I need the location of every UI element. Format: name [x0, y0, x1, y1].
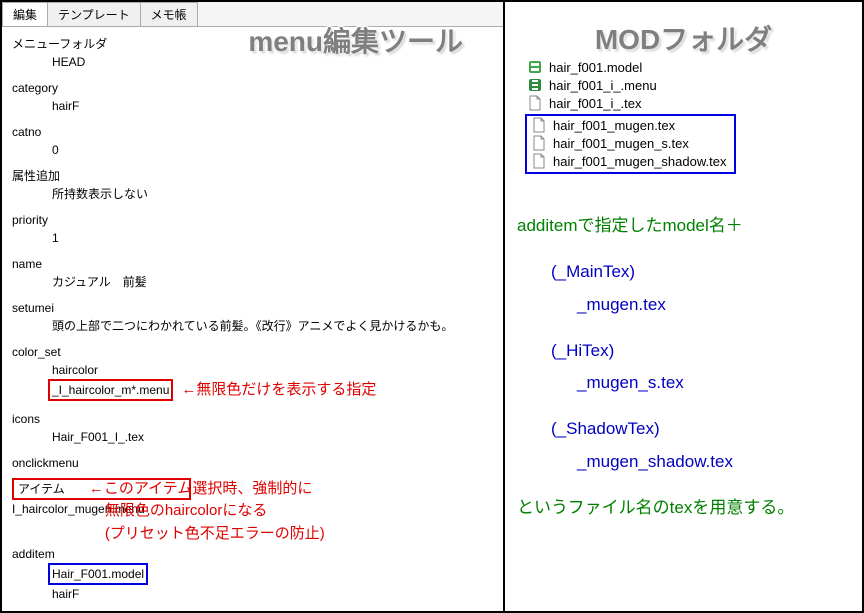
annotation-item-l2: 無限色のhaircolorになる [105, 500, 325, 523]
explain-hitex-val: _mugen_s.tex [577, 367, 850, 399]
file-name: hair_f001.model [549, 60, 642, 75]
label-folder: メニューフォルダ [12, 35, 493, 53]
value-additem-2[interactable]: hairF [52, 585, 493, 603]
tex-file-icon [531, 135, 547, 151]
explain-line-1: additemで指定したmodel名＋ [517, 210, 850, 242]
colorset-highlight[interactable]: _I_haircolor_m*.menu [48, 379, 173, 401]
explain-hitex: (_HiTex) [551, 335, 850, 367]
mod-folder-panel: MODフォルダ hair_f001.model hair_f001_i_.men… [505, 2, 862, 611]
value-catno[interactable]: 0 [52, 141, 493, 159]
menu-content: メニューフォルダ HEAD category hairF catno 0 属性追… [2, 27, 503, 611]
tex-file-icon [531, 117, 547, 133]
panel-title-right: MODフォルダ [595, 18, 772, 58]
file-name: hair_f001_i_.menu [549, 78, 657, 93]
value-priority[interactable]: 1 [52, 229, 493, 247]
label-icons: icons [12, 410, 493, 428]
annotation-item: ←このアイテム選択時、強制的に 無限色のhaircolorになる (プリセット色… [89, 478, 325, 546]
file-item[interactable]: hair_f001_i_.menu [525, 76, 850, 94]
tab-template[interactable]: テンプレート [47, 2, 141, 26]
explain-shadowtex-val: _mugen_shadow.tex [577, 446, 850, 478]
tab-memo[interactable]: メモ帳 [140, 2, 198, 26]
value-attr[interactable]: 所持数表示しない [52, 185, 493, 203]
label-setumei: setumei [12, 299, 493, 317]
menu-file-icon [527, 77, 543, 93]
label-priority: priority [12, 211, 493, 229]
value-setumei[interactable]: 頭の上部で二つにわかれている前髪。《改行》アニメでよく見かけるかも。 [52, 317, 493, 335]
explain-shadowtex: (_ShadowTex) [551, 413, 850, 445]
file-name: hair_f001_i_.tex [549, 96, 642, 111]
annotation-colorset: ←無限色だけを表示する指定 [181, 379, 376, 402]
file-name: hair_f001_mugen_shadow.tex [553, 154, 726, 169]
menu-editor-panel: menu編集ツール 編集 テンプレート メモ帳 メニューフォルダ HEAD ca… [2, 2, 505, 611]
value-category[interactable]: hairF [52, 97, 493, 115]
file-item[interactable]: hair_f001_i_.tex [525, 94, 850, 112]
explain-maintex: (_MainTex) [551, 256, 850, 288]
label-colorset: color_set [12, 343, 493, 361]
tex-file-group: hair_f001_mugen.tex hair_f001_mugen_s.te… [525, 114, 736, 174]
label-name: name [12, 255, 493, 273]
file-item[interactable]: hair_f001.model [525, 58, 850, 76]
explain-footer: というファイル名のtexを用意する。 [517, 492, 850, 524]
label-attr: 属性追加 [12, 167, 493, 185]
tab-edit[interactable]: 編集 [2, 2, 48, 26]
annotation-item-l3: (プリセット色不足エラーの防止) [105, 523, 325, 546]
file-name: hair_f001_mugen.tex [553, 118, 675, 133]
file-list: hair_f001.model hair_f001_i_.menu hair_f… [525, 58, 850, 174]
file-name: hair_f001_mugen_s.tex [553, 136, 689, 151]
label-catno: catno [12, 123, 493, 141]
value-colorset-1[interactable]: haircolor [52, 361, 493, 379]
file-item[interactable]: hair_f001_mugen_shadow.tex [529, 152, 728, 170]
tex-file-icon [531, 153, 547, 169]
label-item: アイテム [14, 480, 69, 498]
value-icons[interactable]: Hair_F001_I_.tex [52, 428, 493, 446]
file-item[interactable]: hair_f001_mugen_s.tex [529, 134, 728, 152]
explain-maintex-val: _mugen.tex [577, 289, 850, 321]
file-item[interactable]: hair_f001_mugen.tex [529, 116, 728, 134]
label-additem: additem [12, 545, 493, 563]
additem-highlight[interactable]: Hair_F001.model [48, 563, 148, 585]
explanation-text: additemで指定したmodel名＋ (_MainTex) _mugen.te… [517, 210, 850, 524]
value-name[interactable]: カジュアル 前髪 [52, 273, 493, 291]
tabs: 編集 テンプレート メモ帳 [2, 2, 503, 27]
value-folder[interactable]: HEAD [52, 53, 493, 71]
tex-file-icon [527, 95, 543, 111]
label-onclick: onclickmenu [12, 454, 493, 472]
annotation-item-l1: ←このアイテム選択時、強制的に [89, 478, 325, 501]
label-category: category [12, 79, 493, 97]
model-file-icon [527, 59, 543, 75]
